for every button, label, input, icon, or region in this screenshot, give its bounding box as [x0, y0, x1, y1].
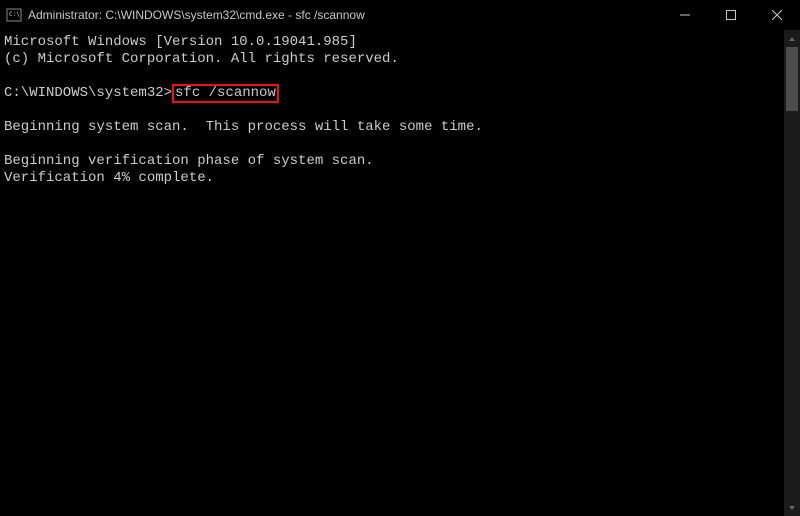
maximize-button[interactable]: [708, 0, 754, 30]
svg-text:C:\: C:\: [9, 11, 20, 18]
verify-progress-line: Verification 4% complete.: [4, 170, 214, 186]
window-title: Administrator: C:\WINDOWS\system32\cmd.e…: [28, 8, 662, 22]
scrollbar-track[interactable]: [784, 30, 800, 516]
minimize-button[interactable]: [662, 0, 708, 30]
close-button[interactable]: [754, 0, 800, 30]
command-highlight: sfc /scannow: [172, 84, 279, 103]
scrollbar-thumb[interactable]: [786, 47, 798, 111]
copyright-line: (c) Microsoft Corporation. All rights re…: [4, 51, 399, 67]
verify-begin-line: Beginning verification phase of system s…: [4, 153, 374, 169]
terminal-area[interactable]: Microsoft Windows [Version 10.0.19041.98…: [0, 30, 800, 516]
cmd-icon: C:\: [6, 7, 22, 23]
version-line: Microsoft Windows [Version 10.0.19041.98…: [4, 34, 357, 50]
window-controls: [662, 0, 800, 30]
window-titlebar: C:\ Administrator: C:\WINDOWS\system32\c…: [0, 0, 800, 30]
scan-begin-line: Beginning system scan. This process will…: [4, 119, 483, 135]
scroll-up-button[interactable]: [784, 30, 800, 47]
scroll-down-button[interactable]: [784, 499, 800, 516]
terminal-output: Microsoft Windows [Version 10.0.19041.98…: [0, 30, 800, 187]
prompt-prefix: C:\WINDOWS\system32>: [4, 85, 172, 101]
command-text: sfc /scannow: [175, 85, 276, 101]
